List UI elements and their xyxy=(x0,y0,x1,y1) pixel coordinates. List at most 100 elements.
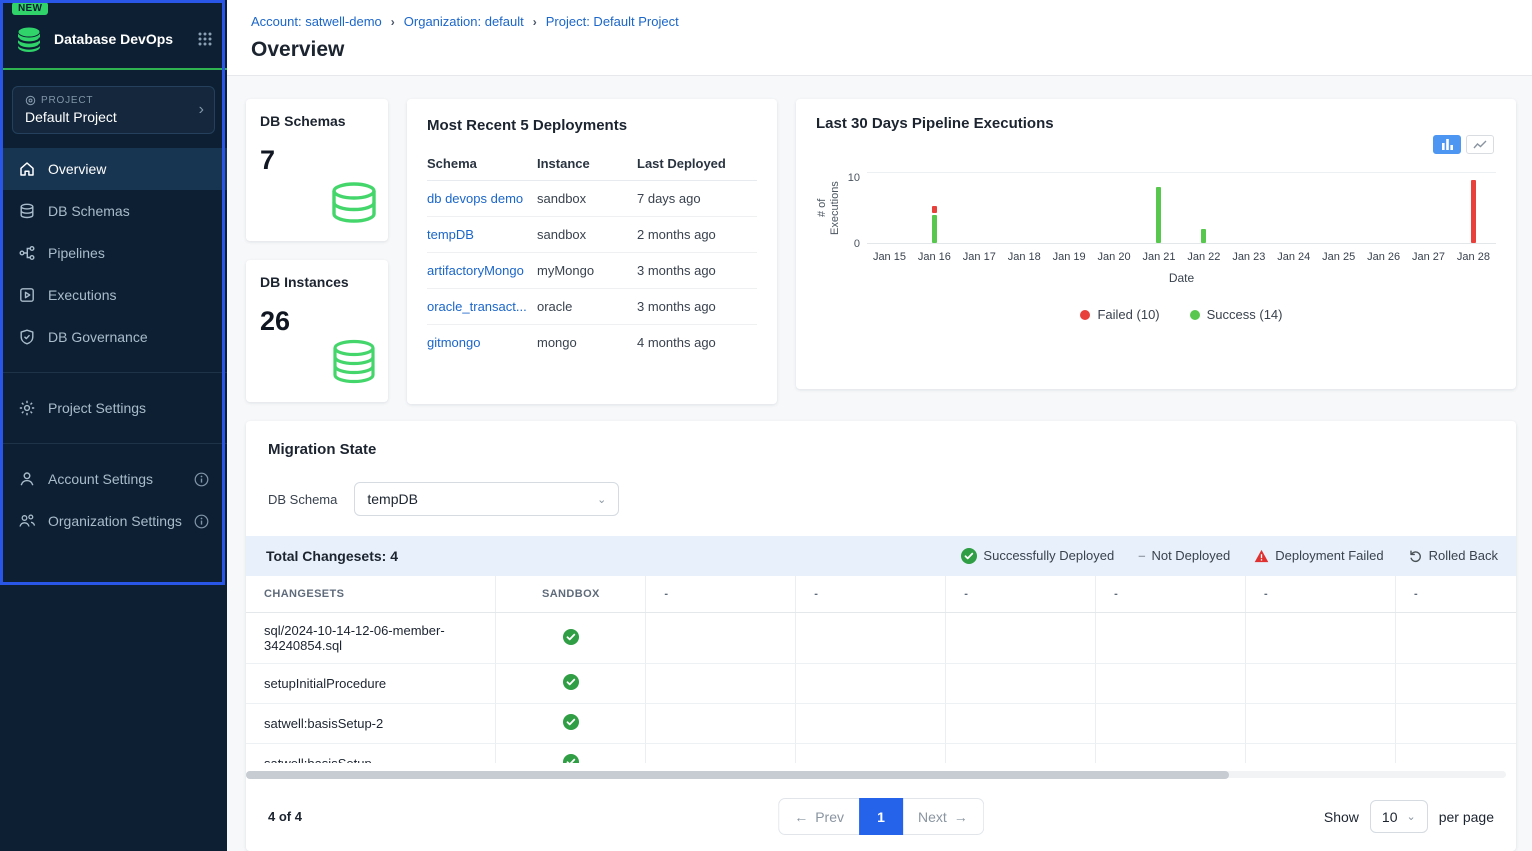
breadcrumb: Account: satwell-demo › Organization: de… xyxy=(251,14,1508,29)
app-logo-icon xyxy=(14,25,44,54)
chart-bar xyxy=(932,215,937,243)
chart-plot xyxy=(867,172,1496,244)
new-badge: NEW xyxy=(12,2,48,15)
chart-bar-group xyxy=(867,173,912,243)
failed-dot-icon xyxy=(1080,310,1090,320)
last-deployed-cell: 3 months ago xyxy=(637,289,757,325)
breadcrumb-account-link[interactable]: Account: satwell-demo xyxy=(251,14,382,29)
sidebar-item-label: DB Governance xyxy=(48,329,148,345)
chart-x-tick: Jan 15 xyxy=(867,251,912,263)
prev-page-button[interactable]: ← Prev xyxy=(778,798,859,835)
migration-table: CHANGESETS SANDBOX - - - - - - sql/2024- xyxy=(246,576,1516,763)
page-header: Account: satwell-demo › Organization: de… xyxy=(227,0,1532,76)
next-page-button[interactable]: Next → xyxy=(903,798,984,835)
apps-grid-icon[interactable] xyxy=(197,31,213,47)
table-row: satwell:basisSetup-2 xyxy=(246,704,1516,744)
table-footer: 4 of 4 ← Prev 1 Next → Show 10 xyxy=(268,800,1494,833)
check-circle-icon xyxy=(961,548,977,564)
info-icon[interactable] xyxy=(194,514,209,529)
pipeline-icon xyxy=(18,244,36,262)
person-icon xyxy=(18,470,36,488)
x-axis-ticks: Jan 15Jan 16Jan 17Jan 18Jan 19Jan 20Jan … xyxy=(867,251,1496,263)
schema-link[interactable]: tempDB xyxy=(427,227,474,242)
schema-link[interactable]: oracle_transact... xyxy=(427,299,527,314)
column-header-changesets: CHANGESETS xyxy=(246,576,496,613)
sidebar-item-db-governance[interactable]: DB Governance xyxy=(0,316,227,358)
check-circle-icon xyxy=(563,678,579,693)
table-row: oracle_transact... oracle 3 months ago xyxy=(427,289,757,325)
sidebar-item-label: Organization Settings xyxy=(48,513,182,529)
per-page-select[interactable]: 10 ⌄ xyxy=(1370,800,1428,833)
legend-deployment-failed: Deployment Failed xyxy=(1254,548,1383,563)
pagination: ← Prev 1 Next → xyxy=(778,798,984,835)
total-changesets-label: Total Changesets: 4 xyxy=(266,548,398,564)
horizontal-scrollbar[interactable] xyxy=(246,771,1506,778)
info-icon[interactable] xyxy=(194,472,209,487)
breadcrumb-project-link[interactable]: Project: Default Project xyxy=(546,14,679,29)
breadcrumb-organization-link[interactable]: Organization: default xyxy=(404,14,524,29)
chart-bar-group xyxy=(1002,173,1047,243)
chart-bar xyxy=(1156,187,1161,243)
schema-link[interactable]: db devops demo xyxy=(427,191,523,206)
chart-x-tick: Jan 19 xyxy=(1047,251,1092,263)
section-title: Migration State xyxy=(246,441,1516,458)
chart-bar-group xyxy=(1451,173,1496,243)
last-deployed-cell: 3 months ago xyxy=(637,253,757,289)
bar-chart-toggle-icon[interactable] xyxy=(1433,135,1461,154)
table-row: db devops demo sandbox 7 days ago xyxy=(427,181,757,217)
chart-x-tick: Jan 23 xyxy=(1226,251,1271,263)
sidebar-item-db-schemas[interactable]: DB Schemas xyxy=(0,190,227,232)
people-icon xyxy=(18,512,36,530)
line-chart-toggle-icon[interactable] xyxy=(1466,135,1494,154)
instance-cell: sandbox xyxy=(537,217,637,253)
schema-link[interactable]: gitmongo xyxy=(427,335,480,350)
status-cell xyxy=(496,613,646,664)
target-icon xyxy=(25,95,36,106)
project-name: Default Project xyxy=(25,109,202,125)
sidebar: NEW Database DevOps PROJECT Default Proj… xyxy=(0,0,227,851)
sidebar-nav: Overview DB Schemas Pipelines Executions… xyxy=(0,148,227,358)
page-number-button[interactable]: 1 xyxy=(859,798,903,835)
chart-bar-group xyxy=(1137,173,1182,243)
schema-link[interactable]: artifactoryMongo xyxy=(427,263,524,278)
legend-not-deployed: – Not Deployed xyxy=(1138,548,1230,563)
instance-cell: myMongo xyxy=(537,253,637,289)
scrollbar-thumb[interactable] xyxy=(246,771,1229,779)
db-schema-select[interactable]: tempDB ⌄ xyxy=(354,482,619,516)
chart-legend: Failed (10) Success (14) xyxy=(867,307,1496,322)
legend-item-success: Success (14) xyxy=(1190,307,1283,322)
db-schema-label: DB Schema xyxy=(268,492,337,507)
chevron-down-icon: ⌄ xyxy=(597,493,606,506)
db-schemas-card: DB Schemas 7 xyxy=(246,99,388,241)
sidebar-item-account-settings[interactable]: Account Settings xyxy=(0,458,227,500)
instance-cell: mongo xyxy=(537,325,637,361)
sidebar-item-project-settings[interactable]: Project Settings xyxy=(0,387,227,429)
table-row: satwell:basisSetup xyxy=(246,744,1516,763)
sidebar-item-pipelines[interactable]: Pipelines xyxy=(0,232,227,274)
per-page-label: per page xyxy=(1439,809,1494,825)
y-axis-label: # of Executions xyxy=(816,172,842,244)
project-label-row: PROJECT xyxy=(25,95,202,106)
chart-bar-group xyxy=(1092,173,1137,243)
sidebar-item-label: Executions xyxy=(48,287,116,303)
db-instances-card: DB Instances 26 xyxy=(246,260,388,402)
status-cell xyxy=(496,664,646,704)
column-header-sandbox: SANDBOX xyxy=(496,576,646,613)
instance-cell: sandbox xyxy=(537,181,637,217)
chart-x-tick: Jan 25 xyxy=(1316,251,1361,263)
play-square-icon xyxy=(18,286,36,304)
table-row: artifactoryMongo myMongo 3 months ago xyxy=(427,253,757,289)
sidebar-header: NEW Database DevOps xyxy=(0,0,227,70)
sidebar-item-executions[interactable]: Executions xyxy=(0,274,227,316)
sidebar-item-overview[interactable]: Overview xyxy=(0,148,227,190)
legend-item-failed: Failed (10) xyxy=(1080,307,1159,322)
chevron-separator-icon: › xyxy=(533,15,537,29)
chart-bar xyxy=(1471,180,1476,243)
sidebar-item-label: DB Schemas xyxy=(48,203,130,219)
project-label: PROJECT xyxy=(41,95,93,106)
stat-value: 7 xyxy=(260,145,374,176)
sidebar-item-label: Account Settings xyxy=(48,471,153,487)
column-header: - xyxy=(1096,576,1246,613)
project-selector[interactable]: PROJECT Default Project › xyxy=(12,86,215,134)
sidebar-item-organization-settings[interactable]: Organization Settings xyxy=(0,500,227,542)
